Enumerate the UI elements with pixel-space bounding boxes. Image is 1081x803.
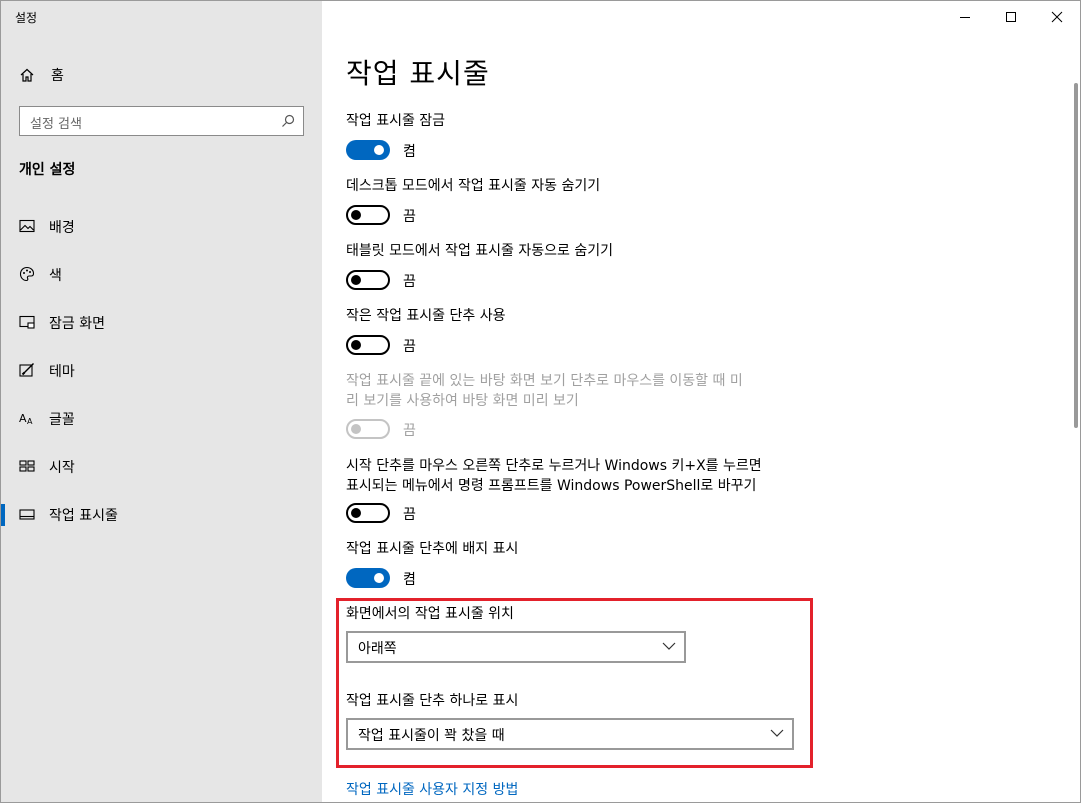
app-title: 설정	[15, 11, 38, 25]
search-input[interactable]: 설정 검색	[19, 106, 304, 136]
sidebar-item-label: 작업 표시줄	[49, 508, 118, 524]
sidebar-item-label: 글꼴	[49, 412, 75, 428]
taskbar-position-dropdown[interactable]: 아래쪽	[346, 631, 686, 663]
sidebar-item-label: 시작	[49, 460, 75, 476]
sidebar-item-label: 테마	[49, 364, 75, 380]
settings-window: 설정 홈 설정 검색 개인 설정 배경 색 잠금 화면 테마 A A 글꼴 시작…	[0, 0, 1081, 803]
sidebar-home-label: 홈	[51, 68, 64, 84]
start-icon	[19, 460, 35, 472]
sidebar: 설정 홈 설정 검색 개인 설정 배경 색 잠금 화면 테마 A A 글꼴 시작…	[1, 1, 322, 802]
setting-label: 표시되는 메뉴에서 명령 프롬프트를 Windows PowerShell로 바…	[346, 478, 757, 494]
setting-label: 작업 표시줄 끝에 있는 바탕 화면 보기 단추로 마우스를 이동할 때 미	[346, 373, 743, 389]
sidebar-item-theme[interactable]: 테마	[1, 352, 322, 388]
home-icon	[20, 68, 34, 82]
customize-taskbar-link[interactable]: 작업 표시줄 사용자 지정 방법	[346, 779, 518, 799]
sidebar-item-start[interactable]: 시작	[1, 448, 322, 484]
setting-label: 작업 표시줄 잠금	[346, 113, 446, 129]
lock-screen-icon	[19, 315, 35, 329]
toggle-state: 끔	[403, 339, 416, 355]
chevron-down-icon	[770, 729, 784, 737]
toggle-state: 켬	[403, 144, 416, 160]
toggle-knob	[351, 508, 361, 518]
toggle-state: 켬	[403, 572, 416, 588]
taskbar-icon	[19, 509, 35, 520]
palette-icon	[19, 266, 35, 282]
combine-buttons-dropdown[interactable]: 작업 표시줄이 꽉 찼을 때	[346, 718, 794, 750]
page-title: 작업 표시줄	[346, 57, 490, 90]
dropdown-value: 아래쪽	[358, 641, 397, 657]
svg-text:A: A	[27, 417, 33, 426]
sidebar-item-background[interactable]: 배경	[1, 208, 322, 244]
scrollbar[interactable]	[1072, 33, 1080, 802]
svg-text:A: A	[19, 412, 27, 425]
small-buttons-toggle[interactable]	[346, 335, 390, 355]
toggle-knob	[374, 573, 384, 583]
setting-label: 데스크톱 모드에서 작업 표시줄 자동 숨기기	[346, 178, 601, 194]
section-title: 개인 설정	[19, 162, 76, 178]
setting-label: 작은 작업 표시줄 단추 사용	[346, 308, 506, 324]
sidebar-item-label: 잠금 화면	[49, 316, 105, 332]
setting-label: 화면에서의 작업 표시줄 위치	[346, 606, 514, 622]
theme-icon	[19, 363, 34, 377]
setting-label: 시작 단추를 마우스 오른쪽 단추로 누르거나 Windows 키+X를 누르면	[346, 458, 762, 474]
sidebar-item-label: 배경	[49, 220, 75, 236]
auto-hide-desktop-toggle[interactable]	[346, 205, 390, 225]
setting-label: 리 보기를 사용하여 바탕 화면 미리 보기	[346, 393, 579, 409]
lock-taskbar-toggle[interactable]	[346, 140, 390, 160]
auto-hide-tablet-toggle[interactable]	[346, 270, 390, 290]
powershell-toggle[interactable]	[346, 503, 390, 523]
sidebar-home[interactable]: 홈	[1, 59, 322, 91]
toggle-knob	[351, 340, 361, 350]
toggle-state: 끔	[403, 209, 416, 225]
toggle-knob	[351, 275, 361, 285]
toggle-state: 끔	[403, 507, 416, 523]
sidebar-item-fonts[interactable]: A A 글꼴	[1, 400, 322, 436]
sidebar-item-label: 색	[49, 268, 62, 284]
toggle-state: 끔	[403, 423, 416, 439]
scrollbar-thumb[interactable]	[1074, 83, 1078, 428]
toggle-state: 끔	[403, 274, 416, 290]
toggle-knob	[351, 210, 361, 220]
setting-label: 작업 표시줄 단추 하나로 표시	[346, 693, 519, 709]
peek-toggle[interactable]	[346, 419, 390, 439]
setting-label: 작업 표시줄 단추에 배지 표시	[346, 541, 519, 557]
image-icon	[19, 219, 35, 233]
badges-toggle[interactable]	[346, 568, 390, 588]
main-panel: 작업 표시줄 작업 표시줄 잠금 켬 데스크톱 모드에서 작업 표시줄 자동 숨…	[322, 1, 1080, 802]
font-icon: A A	[19, 412, 33, 426]
dropdown-value: 작업 표시줄이 꽉 찼을 때	[358, 728, 505, 744]
search-placeholder: 설정 검색	[30, 117, 82, 132]
chevron-down-icon	[662, 642, 676, 650]
toggle-knob	[374, 145, 384, 155]
toggle-knob	[351, 424, 361, 434]
setting-label: 태블릿 모드에서 작업 표시줄 자동으로 숨기기	[346, 243, 613, 259]
sidebar-item-taskbar[interactable]: 작업 표시줄	[1, 496, 322, 532]
sidebar-item-lock-screen[interactable]: 잠금 화면	[1, 304, 322, 340]
search-icon[interactable]	[281, 114, 295, 128]
sidebar-item-color[interactable]: 색	[1, 256, 322, 292]
